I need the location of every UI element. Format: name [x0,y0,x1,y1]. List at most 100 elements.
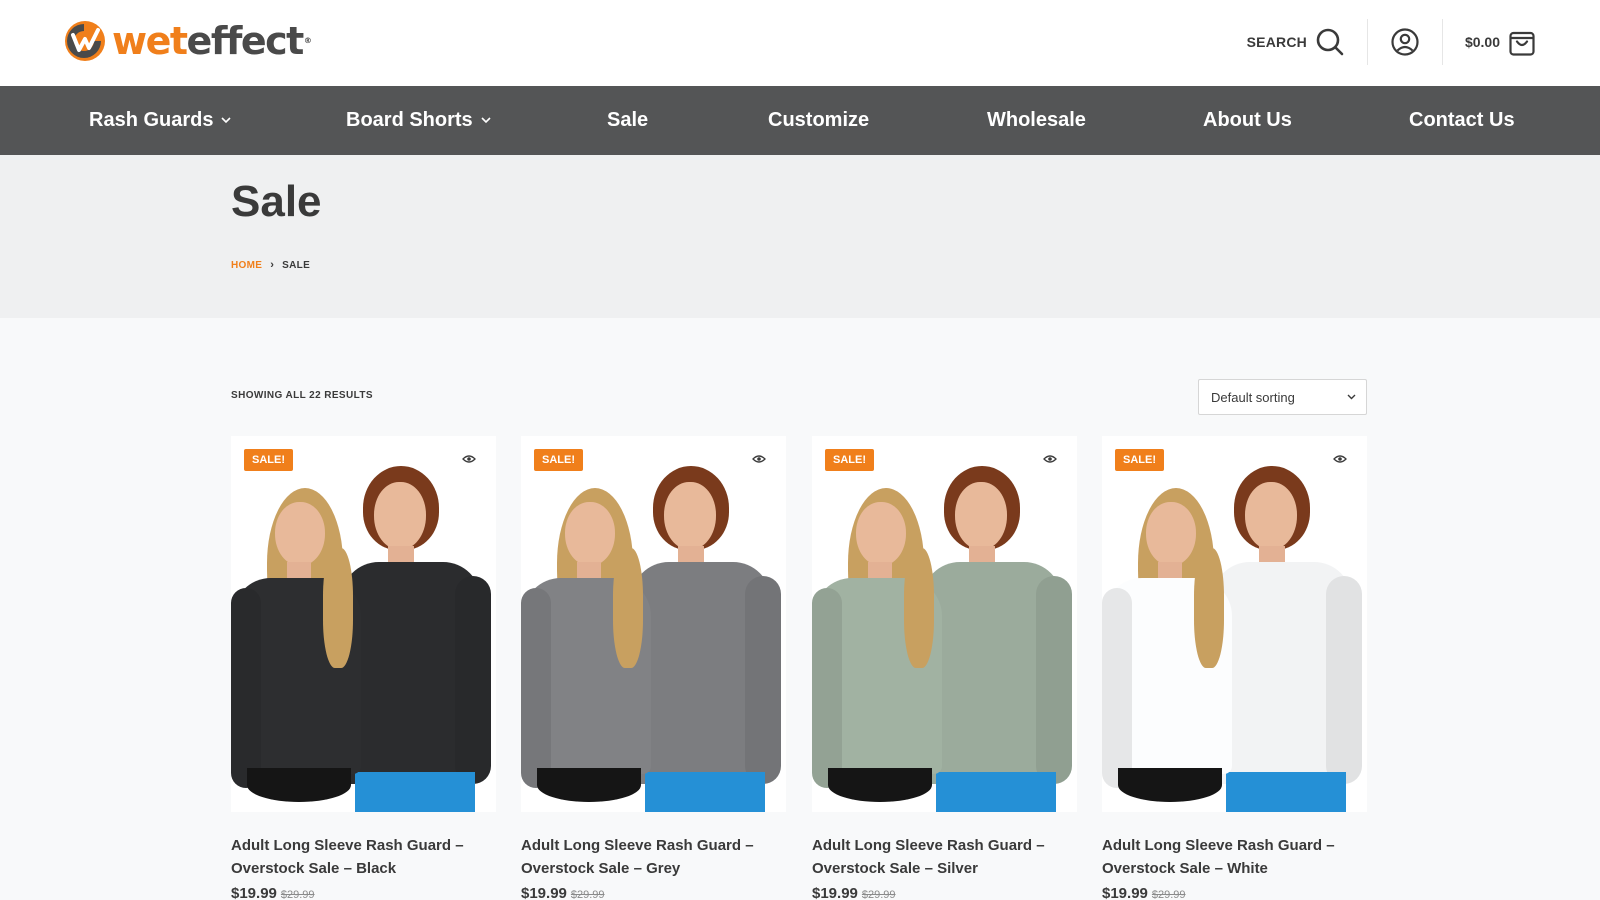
male-model-arm [1036,576,1072,784]
nav-item-rash-guards[interactable]: Rash Guards [89,86,232,155]
cart-total: $0.00 [1464,34,1500,50]
sale-price: $19.99 [812,885,858,900]
wave-logo-icon [65,21,105,61]
female-model [812,488,962,812]
account-button[interactable] [1390,27,1420,57]
female-model-arm [231,588,261,788]
quick-view-eye-icon[interactable] [462,454,476,464]
female-model-hair-strand [323,548,353,668]
user-account-icon [1391,28,1419,56]
product-title-line: Adult Long Sleeve Rash Guard – [521,837,754,854]
female-model-arm [1102,588,1132,788]
female-model-hair-strand [904,548,934,668]
nav-item-label: Sale [607,109,649,131]
sale-badge: SALE! [1115,449,1164,471]
female-model-face [565,502,615,566]
female-model-bikini [537,768,641,802]
male-model-arm [455,576,491,784]
header-actions: SEARCH $0.00 [1247,18,1536,66]
sale-badge: SALE! [244,449,293,471]
product-image[interactable]: SALE! [812,436,1077,812]
female-model-arm [521,588,551,788]
sale-price: $19.99 [1102,885,1148,900]
chevron-down-icon [481,117,491,124]
nav-item-label: Rash Guards [89,109,214,131]
search-button[interactable]: SEARCH [1247,27,1345,57]
nav-item-label: Wholesale [987,109,1086,131]
product-title-line: Adult Long Sleeve Rash Guard – [812,837,1045,854]
site-header: weteffect® SEARCH $0.00 [0,0,1600,86]
product-title-line: Overstock Sale – White [1102,860,1268,877]
female-model-hair-strand [1194,548,1224,668]
nav-item-customize[interactable]: Customize [768,86,869,155]
product-price: $19.99 $29.99 [231,885,315,900]
product-price: $19.99 $29.99 [521,885,605,900]
product-title[interactable]: Adult Long Sleeve Rash Guard – Overstock… [1102,834,1367,880]
nav-item-label: Customize [768,109,870,131]
product-title-line: Overstock Sale – Grey [521,860,681,877]
breadcrumb-home-link[interactable]: HOME [231,260,262,271]
logo-wordmark: weteffect® [112,19,312,63]
female-model-bikini [1118,768,1222,802]
product-title-line: Overstock Sale – Black [231,860,397,877]
sort-dropdown[interactable]: Default sorting [1198,379,1367,415]
product-card[interactable]: SALE! Adult Long Sleeve Rash Guard – Ove… [812,436,1077,900]
nav-item-label: Board Shorts [346,109,473,131]
product-title[interactable]: Adult Long Sleeve Rash Guard – Overstock… [521,834,786,880]
header-divider [1366,19,1368,65]
female-model-bikini [247,768,351,802]
nav-item-sale[interactable]: Sale [607,86,648,155]
male-model-arm [1326,576,1362,784]
original-price: $29.99 [280,889,315,900]
quick-view-eye-icon[interactable] [1333,454,1347,464]
header-divider [1441,19,1443,65]
male-model-face [955,482,1007,550]
sale-badge: SALE! [534,449,583,471]
results-count: SHOWING ALL 22 RESULTS [231,390,373,401]
product-title[interactable]: Adult Long Sleeve Rash Guard – Overstock… [231,834,496,880]
male-model-face [1245,482,1297,550]
registered-mark: ® [303,36,312,45]
sale-price: $19.99 [231,885,277,900]
quick-view-eye-icon[interactable] [1043,454,1057,464]
original-price: $29.99 [1151,889,1186,900]
female-model [521,488,671,812]
product-image[interactable]: SALE! [521,436,786,812]
product-title-line: Adult Long Sleeve Rash Guard – [231,837,464,854]
female-model-face [856,502,906,566]
logo-word-wet: wet [112,19,188,63]
nav-item-about-us[interactable]: About Us [1203,86,1292,155]
female-model-arm [812,588,842,788]
quick-view-eye-icon[interactable] [752,454,766,464]
nav-item-label: About Us [1203,109,1292,131]
sale-badge: SALE! [825,449,874,471]
male-model-face [374,482,426,550]
sort-selected-value: Default sorting [1211,389,1295,405]
chevron-down-icon [221,117,232,124]
product-title[interactable]: Adult Long Sleeve Rash Guard – Overstock… [812,834,1077,880]
nav-item-contact-us[interactable]: Contact Us [1409,86,1515,155]
breadcrumb-current: SALE [282,259,311,271]
original-price: $29.99 [861,889,896,900]
cart-button[interactable]: $0.00 [1465,27,1536,57]
nav-item-board-shorts[interactable]: Board Shorts [346,86,491,155]
female-model-face [275,502,325,566]
original-price: $29.99 [570,889,605,900]
product-card[interactable]: SALE! Adult Long Sleeve Rash Guard – Ove… [1102,436,1367,900]
main-nav: Rash Guards Board Shorts Sale Customize … [0,86,1600,155]
product-card[interactable]: SALE! Adult Long Sleeve Rash Guard – Ove… [521,436,786,900]
product-price: $19.99 $29.99 [1102,885,1186,900]
logo-word-effect: effect [186,19,305,63]
product-image[interactable]: SALE! [1102,436,1367,812]
female-model-hair-strand [613,548,643,668]
site-logo[interactable]: weteffect® [64,18,312,64]
female-model-bikini [828,768,932,802]
female-model [1102,488,1252,812]
page-hero: Sale HOME › SALE [0,155,1600,318]
nav-item-wholesale[interactable]: Wholesale [987,86,1086,155]
sale-price: $19.99 [521,885,567,900]
product-image[interactable]: SALE! [231,436,496,812]
breadcrumb: HOME › SALE [231,259,310,271]
search-icon [1316,28,1344,56]
product-card[interactable]: SALE! Adult Long Sleeve Rash Guard – Ove… [231,436,496,900]
